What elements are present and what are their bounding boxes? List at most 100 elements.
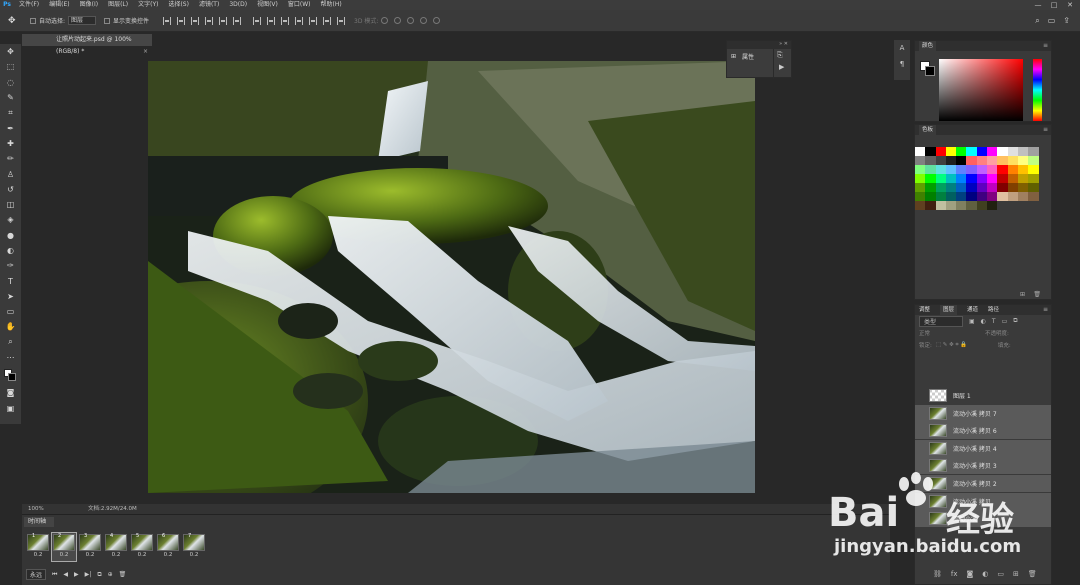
color-swatch[interactable]: [997, 192, 1008, 201]
color-swatch[interactable]: [976, 183, 988, 192]
document-tab[interactable]: 让照片动起来.psd @ 100%(RGB/8) * ×: [22, 34, 152, 55]
blend-mode-dropdown[interactable]: 正常: [919, 329, 985, 337]
color-swatch[interactable]: [1028, 174, 1039, 183]
color-swatch[interactable]: [945, 201, 957, 210]
menu-item[interactable]: 滤镜(T): [194, 0, 224, 10]
color-swatch[interactable]: [1007, 192, 1018, 201]
color-swatch[interactable]: [1007, 183, 1018, 192]
color-swatch[interactable]: [925, 174, 936, 183]
panel-menu-icon[interactable]: ≡: [1043, 306, 1048, 313]
pen-tool-icon[interactable]: ✑: [0, 258, 21, 273]
hand-tool-icon[interactable]: ✋: [0, 319, 21, 334]
lasso-tool-icon[interactable]: ◌: [0, 75, 21, 90]
layer-row[interactable]: 流动小溪 拷贝 7: [915, 404, 1051, 422]
adjustment-layer-icon[interactable]: ◐: [982, 570, 988, 578]
color-swatch[interactable]: [945, 183, 957, 192]
layer-row[interactable]: 图层 1: [915, 387, 1051, 404]
color-swatch[interactable]: [987, 183, 998, 192]
share-icon[interactable]: ⇪: [1063, 16, 1070, 26]
color-swatch[interactable]: [966, 147, 977, 156]
blur-tool-icon[interactable]: ●: [0, 228, 21, 243]
close-window-button[interactable]: ✕: [1062, 0, 1078, 10]
color-swatch[interactable]: [987, 192, 998, 201]
color-swatch[interactable]: [997, 174, 1008, 183]
color-swatch[interactable]: [987, 147, 998, 156]
color-swatch[interactable]: [935, 147, 946, 156]
timeline-frame[interactable]: 6 0.2: [156, 533, 180, 561]
paragraph-panel-icon[interactable]: ¶: [894, 56, 910, 72]
color-swatch[interactable]: [935, 156, 946, 165]
add-mask-icon[interactable]: ◙: [967, 570, 974, 578]
color-swatch[interactable]: [915, 147, 926, 156]
distribute-hcenter-icon[interactable]: [309, 16, 318, 25]
color-swatch[interactable]: [1028, 192, 1039, 201]
color-swatch[interactable]: [1007, 174, 1018, 183]
color-swatch[interactable]: [987, 156, 998, 165]
3d-slide-icon[interactable]: [420, 17, 428, 24]
color-swatch[interactable]: [966, 165, 977, 174]
color-swatch[interactable]: [915, 201, 926, 210]
rectangle-tool-icon[interactable]: ▭: [0, 304, 21, 319]
lock-icons[interactable]: ⬚ ✎ ✥ ⌗ 🔒: [936, 342, 998, 349]
frame-duration[interactable]: 0.2: [26, 552, 50, 558]
menu-item[interactable]: 视图(V): [252, 0, 283, 10]
color-swatch[interactable]: [1028, 165, 1039, 174]
eyedropper-tool-icon[interactable]: ✒: [0, 120, 21, 135]
color-swatch[interactable]: [915, 165, 926, 174]
frame-duration[interactable]: 0.2: [52, 552, 76, 558]
color-swatch[interactable]: [925, 165, 936, 174]
auto-select-checkbox[interactable]: [30, 17, 36, 24]
color-swatch[interactable]: [956, 147, 967, 156]
color-swatch[interactable]: [915, 183, 926, 192]
layer-row[interactable]: 流动小溪 拷贝 6: [915, 422, 1051, 440]
minimize-button[interactable]: —: [1030, 0, 1046, 10]
align-left-icon[interactable]: [205, 16, 214, 25]
color-swatch[interactable]: [1017, 174, 1029, 183]
more-tools-icon[interactable]: ⋯: [0, 350, 21, 365]
color-swatch[interactable]: [925, 192, 936, 201]
quick-select-tool-icon[interactable]: ✎: [0, 90, 21, 105]
dodge-tool-icon[interactable]: ◐: [0, 243, 21, 258]
color-swatch[interactable]: [987, 174, 998, 183]
timeline-frame[interactable]: 3 0.2: [78, 533, 102, 561]
color-swatch[interactable]: [925, 183, 936, 192]
tab-layers-panel[interactable]: 调整: [919, 305, 930, 315]
tween-icon[interactable]: ⧉: [97, 571, 101, 579]
timeline-frame[interactable]: 2 0.2: [51, 532, 77, 562]
color-swatch[interactable]: [915, 192, 926, 201]
filter-type-icon[interactable]: T: [992, 318, 996, 325]
brush-tool-icon[interactable]: ✏: [0, 151, 21, 166]
color-swatch[interactable]: [945, 147, 957, 156]
3d-roll-icon[interactable]: [394, 17, 402, 24]
layer-style-icon[interactable]: fx: [951, 570, 958, 578]
link-layers-icon[interactable]: ⛓: [933, 570, 942, 578]
tab-layers-panel[interactable]: 图层: [940, 305, 958, 315]
align-bottom-icon[interactable]: [191, 16, 200, 25]
zoom-tool-icon[interactable]: ⌕: [0, 335, 21, 350]
color-swatch[interactable]: [997, 156, 1008, 165]
color-swatch[interactable]: [935, 165, 946, 174]
color-swatches[interactable]: [0, 365, 21, 385]
frame-duration[interactable]: 0.2: [182, 552, 206, 558]
color-swatch[interactable]: [997, 147, 1008, 156]
color-swatch[interactable]: [1017, 156, 1029, 165]
color-swatch[interactable]: [925, 201, 936, 210]
color-swatch[interactable]: [1028, 183, 1039, 192]
frame-duration[interactable]: 0.2: [78, 552, 102, 558]
path-select-tool-icon[interactable]: ➤: [0, 289, 21, 304]
healing-brush-tool-icon[interactable]: ✚: [0, 136, 21, 151]
color-swatch[interactable]: [915, 174, 926, 183]
maximize-button[interactable]: □: [1046, 0, 1062, 10]
color-swatch[interactable]: [935, 183, 946, 192]
frame-duration[interactable]: 0.2: [104, 552, 128, 558]
first-frame-icon[interactable]: ⏮: [52, 571, 57, 579]
timeline-frame[interactable]: 5 0.2: [130, 533, 154, 561]
color-swatch[interactable]: [976, 147, 988, 156]
zoom-level[interactable]: 100%: [28, 504, 44, 514]
align-vcenter-icon[interactable]: [177, 16, 186, 25]
hue-slider[interactable]: [1033, 59, 1042, 121]
align-hcenter-icon[interactable]: [219, 16, 228, 25]
menu-item[interactable]: 图层(L): [103, 0, 133, 10]
layer-kind-filter[interactable]: 类型: [919, 315, 963, 327]
timeline-frame[interactable]: 4 0.2: [104, 533, 128, 561]
